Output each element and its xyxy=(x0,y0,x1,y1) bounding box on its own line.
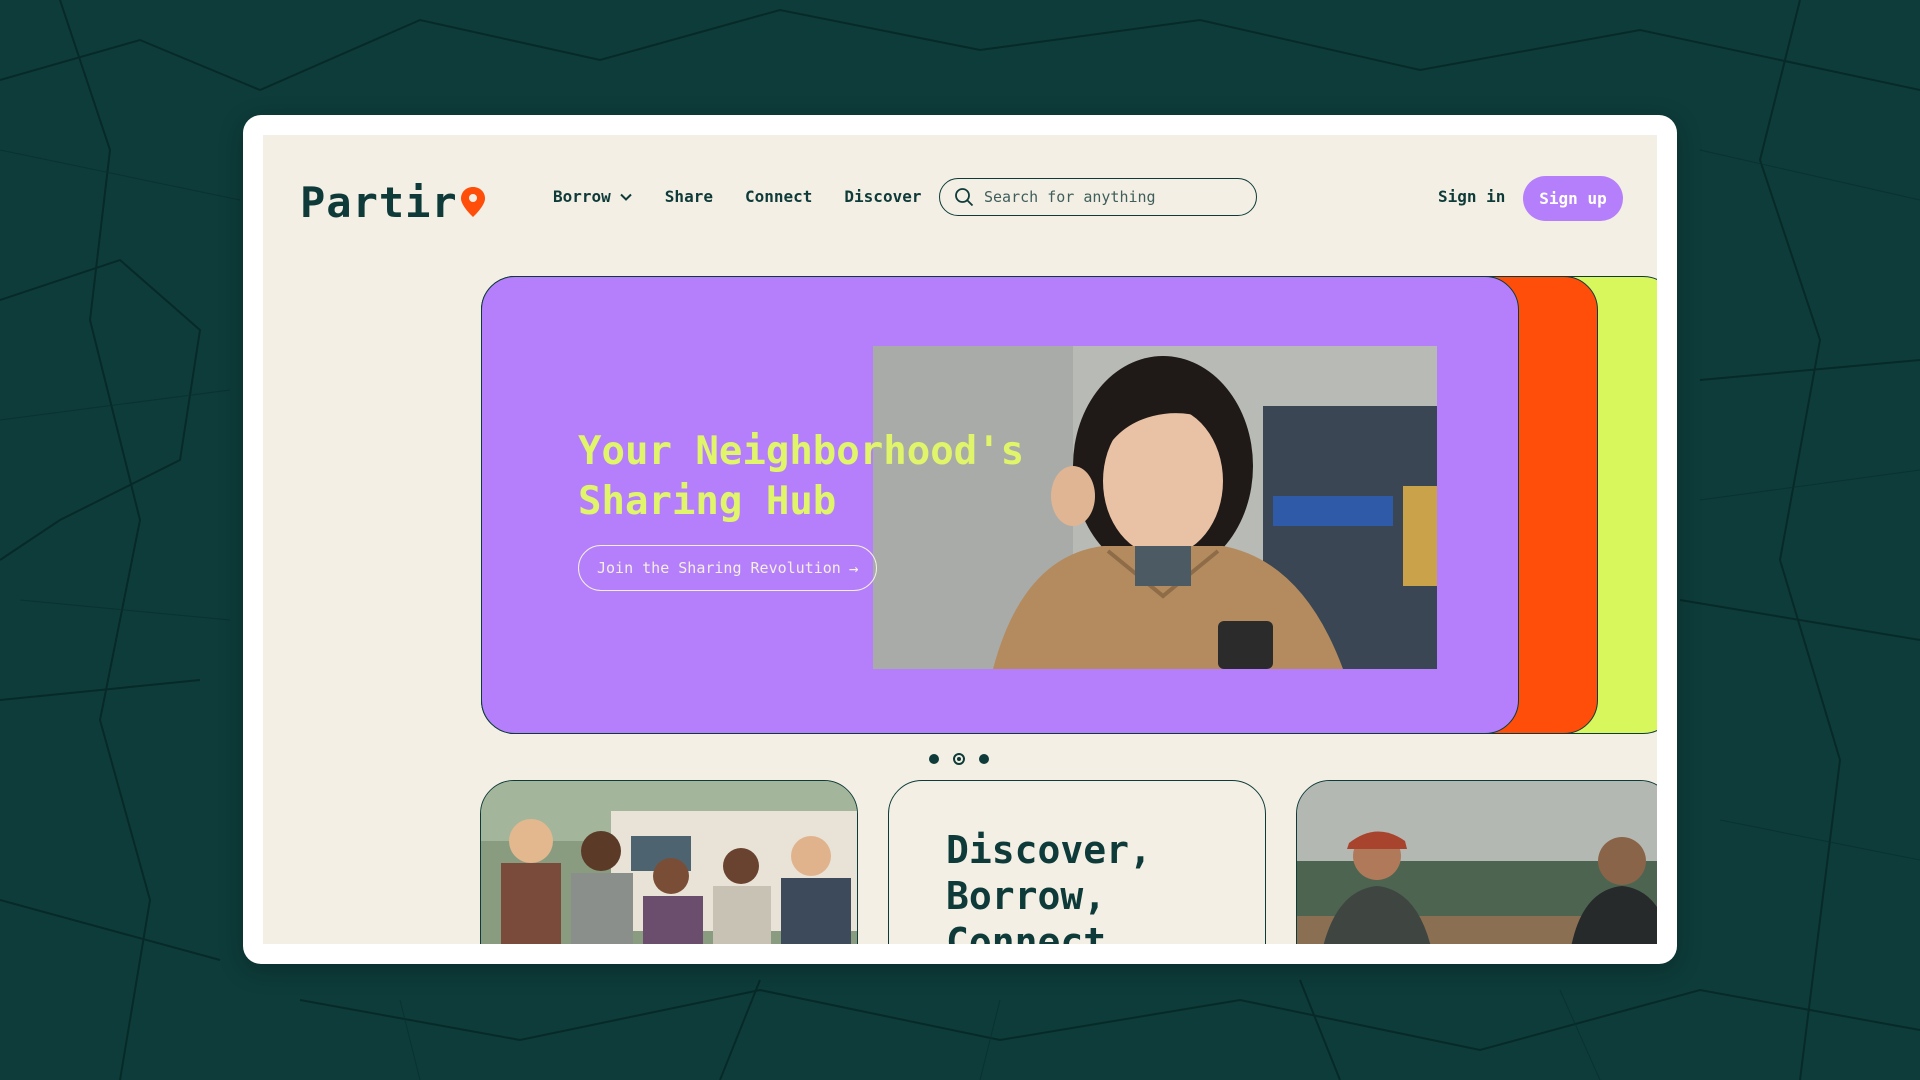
card-2-line1: Discover, xyxy=(946,828,1152,872)
nav-connect[interactable]: Connect xyxy=(745,187,812,206)
nav-borrow-label: Borrow xyxy=(553,187,611,206)
card-2-line2: Borrow, xyxy=(946,874,1107,918)
card-hikers[interactable] xyxy=(1296,780,1657,944)
main-nav: Borrow Share Connect Discover xyxy=(553,187,953,206)
browser-frame: Partir Borrow Share Connect Discover Sea… xyxy=(243,115,1677,964)
card-2-heading: Discover, Borrow, Connect xyxy=(946,827,1152,944)
hero-title-line1: Your Neighborhood's xyxy=(578,429,1025,474)
hero-title: Your Neighborhood's Sharing Hub xyxy=(578,427,1098,527)
nav-connect-label: Connect xyxy=(744,187,813,206)
card-discover-borrow-connect[interactable]: Discover, Borrow, Connect xyxy=(888,780,1266,944)
hikers-image xyxy=(1297,781,1657,944)
search-input[interactable] xyxy=(982,187,1236,207)
card-2-line3: Connect xyxy=(946,920,1107,944)
nav-share-label: Share xyxy=(664,187,713,206)
logo[interactable]: Partir xyxy=(300,177,486,227)
sign-in-link[interactable]: Sign in xyxy=(1438,187,1505,206)
carousel-dots xyxy=(929,753,1003,765)
nav-borrow[interactable]: Borrow xyxy=(553,187,633,206)
join-revolution-button[interactable]: Join the Sharing Revolution → xyxy=(578,545,878,591)
carousel-dot-1[interactable] xyxy=(929,754,939,764)
join-revolution-label: Join the Sharing Revolution xyxy=(597,559,841,577)
hero-slide: Your Neighborhood's Sharing Hub Join the… xyxy=(481,276,1519,734)
sign-up-button[interactable]: Sign up xyxy=(1523,176,1623,221)
nav-discover-label: Discover xyxy=(844,187,922,206)
page: Partir Borrow Share Connect Discover Sea… xyxy=(263,135,1657,944)
card-friends-camping[interactable] xyxy=(480,780,858,944)
search-bar[interactable] xyxy=(939,178,1257,216)
search-icon xyxy=(955,188,974,207)
friends-camping-image xyxy=(481,781,857,944)
map-pin-icon xyxy=(460,187,485,217)
chevron-down-icon xyxy=(620,193,632,201)
logo-text: Partir xyxy=(300,177,458,227)
arrow-right-icon: → xyxy=(848,558,859,578)
nav-share[interactable]: Share xyxy=(665,187,713,206)
carousel-dot-2[interactable] xyxy=(953,753,965,765)
nav-discover[interactable]: Discover xyxy=(844,187,921,206)
hero-title-line2: Sharing Hub xyxy=(578,479,837,524)
carousel-dot-3[interactable] xyxy=(979,754,989,764)
